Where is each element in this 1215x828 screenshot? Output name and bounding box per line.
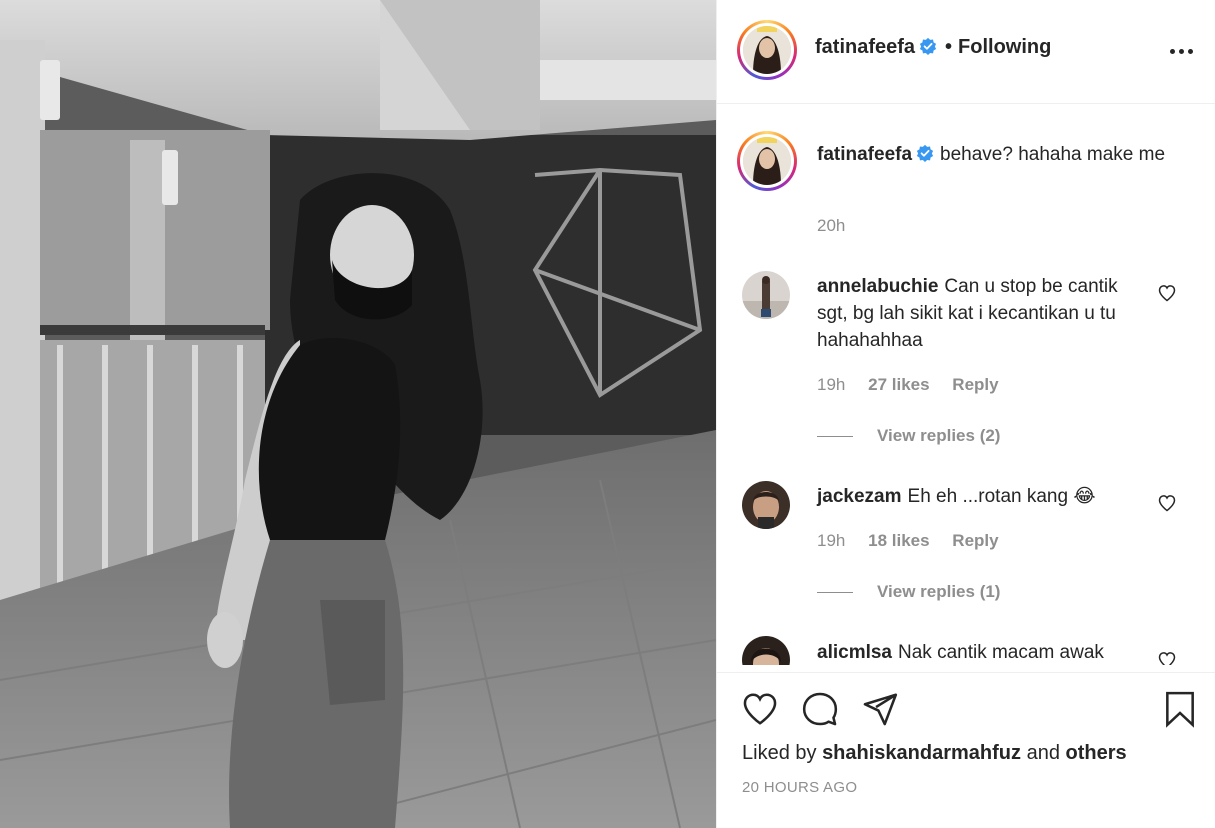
follow-separator: • [945, 36, 953, 58]
comment-likes[interactable]: 18 likes [868, 531, 929, 550]
author-avatar[interactable] [737, 20, 797, 80]
comment-time[interactable]: 19h [817, 531, 845, 550]
commenter-avatar[interactable] [742, 481, 790, 529]
post-detail-panel: fatinafeefa • Following fatinafeefa beha… [716, 0, 1215, 828]
post-actions: Liked by shahiskandarmahfuz and others 2… [717, 672, 1215, 828]
following-button[interactable]: Following [958, 36, 1051, 58]
header-title-row: fatinafeefa • Following [815, 36, 1051, 59]
comment-bubble-icon[interactable] [801, 690, 839, 728]
view-replies-label: View replies (1) [877, 582, 1001, 601]
caption-avatar-image [743, 137, 791, 185]
comment-text: Nak cantik macam awak [898, 642, 1104, 663]
comment-text: Eh eh ...rotan kang [907, 486, 1069, 507]
comment-like-heart-icon[interactable] [1157, 283, 1177, 303]
comment-likes[interactable]: 27 likes [868, 375, 929, 394]
view-replies-label: View replies (2) [877, 426, 1001, 445]
post-header: fatinafeefa • Following [717, 0, 1215, 104]
liked-by-line: Liked by shahiskandarmahfuz and others [742, 742, 1127, 765]
comment-text-block: annelabuchie Can u stop be cantik sgt, bg… [817, 273, 1147, 354]
comment-username[interactable]: alicmlsa [817, 642, 892, 663]
liked-by-others[interactable]: others [1066, 742, 1127, 764]
photo-illustration [0, 0, 716, 828]
commenter-avatar[interactable] [742, 271, 790, 319]
caption-text: behave? hahaha make me [940, 144, 1166, 165]
heart-icon[interactable] [741, 690, 779, 728]
author-avatar-image [743, 26, 791, 74]
comment-time[interactable]: 19h [817, 375, 845, 394]
liked-by-user[interactable]: shahiskandarmahfuz [822, 742, 1021, 764]
reply-button[interactable]: Reply [952, 531, 998, 550]
liked-by-and: and [1026, 742, 1060, 764]
bookmark-icon[interactable] [1161, 690, 1199, 728]
laughing-emoji-icon: 😂 [1073, 486, 1096, 507]
caption-author-avatar[interactable] [737, 131, 797, 191]
comment-username[interactable]: jackezam [817, 486, 902, 507]
caption-time[interactable]: 20h [817, 216, 845, 235]
view-replies-line [817, 436, 853, 438]
comment-like-heart-icon[interactable] [1157, 650, 1177, 665]
more-options-icon[interactable] [1170, 38, 1196, 64]
comment-meta: 19h 18 likes Reply [817, 531, 1017, 551]
liked-by-prefix: Liked by [742, 742, 817, 764]
comment-text-block: jackezam Eh eh ...rotan kang 😂 [817, 483, 1147, 510]
caption-text-block: fatinafeefa behave? hahaha make me [817, 141, 1167, 168]
paper-plane-icon[interactable] [861, 690, 899, 728]
caption-username[interactable]: fatinafeefa [817, 144, 912, 165]
view-replies-button[interactable]: View replies (1) [817, 582, 1000, 602]
comment-username[interactable]: annelabuchie [817, 276, 938, 297]
verified-badge-icon [919, 37, 937, 55]
commenter-avatar-image [742, 636, 790, 665]
comment-text-block: alicmlsa Nak cantik macam awak [817, 639, 1147, 665]
post-photo[interactable] [0, 0, 716, 828]
comment-like-heart-icon[interactable] [1157, 493, 1177, 513]
comments-list[interactable]: fatinafeefa behave? hahaha make me 20h a… [717, 105, 1215, 665]
view-replies-line [817, 592, 853, 594]
reply-button[interactable]: Reply [952, 375, 998, 394]
view-replies-button[interactable]: View replies (2) [817, 426, 1000, 446]
author-username[interactable]: fatinafeefa [815, 36, 915, 58]
post-timestamp[interactable]: 20 HOURS AGO [742, 779, 857, 796]
commenter-avatar-image [742, 481, 790, 529]
comment-meta: 19h 27 likes Reply [817, 375, 1017, 395]
commenter-avatar[interactable] [742, 636, 790, 665]
verified-badge-icon [916, 144, 934, 162]
caption-meta: 20h [817, 216, 863, 236]
commenter-avatar-image [742, 271, 790, 319]
